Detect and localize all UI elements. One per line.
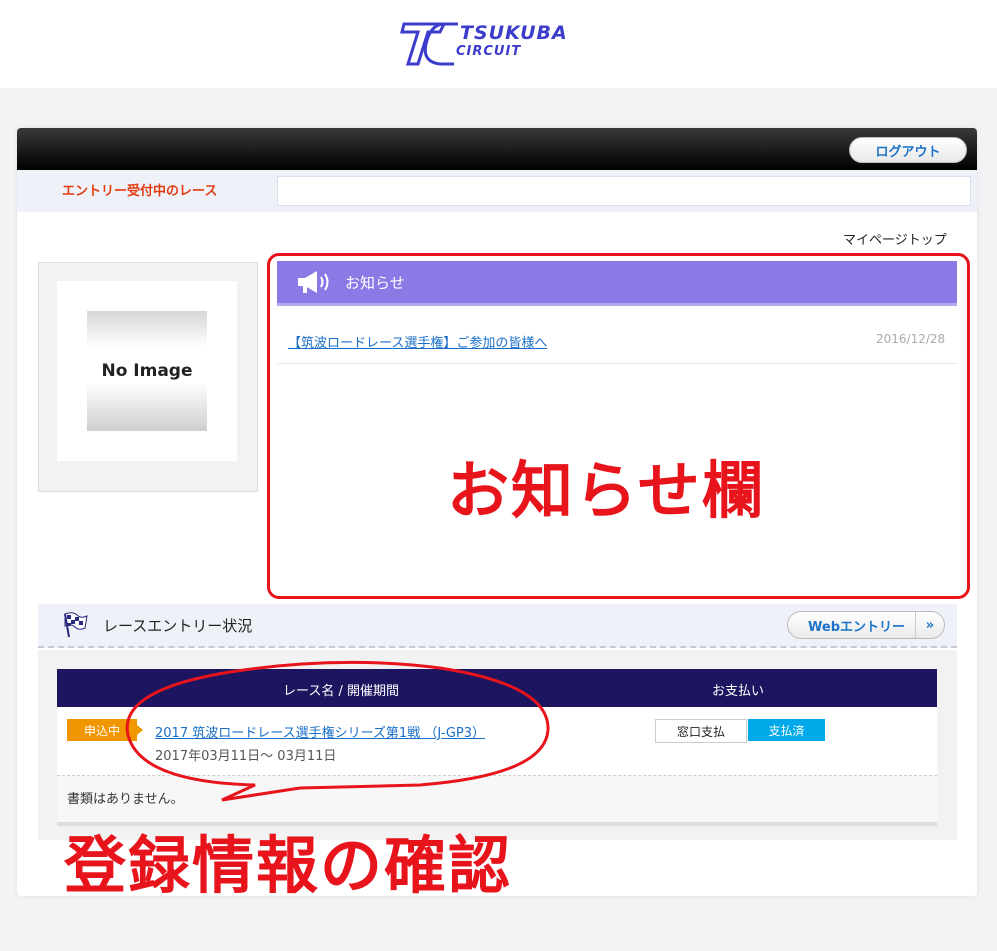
logo-text-line1: TSUKUBA (460, 22, 568, 44)
annotation-registration-label: 登録情報の確認 (64, 829, 513, 902)
entry-open-races-label: エントリー受付中のレース (62, 184, 218, 199)
race-entry-status-title: レースエントリー状況 (103, 617, 253, 635)
logo-text-line2: CIRCUIT (456, 44, 522, 59)
annotation-notice-box (267, 253, 970, 599)
checkered-flag-icon (64, 612, 88, 638)
web-entry-label[interactable]: Webエントリー (808, 616, 905, 635)
logout-button[interactable]: ログアウト (849, 137, 967, 163)
table-header (57, 669, 937, 707)
top-bar (17, 128, 977, 170)
mypage-top-link[interactable]: マイページトップ (843, 229, 947, 248)
table-row (57, 707, 937, 776)
payment-method: 窓口支払 (655, 719, 747, 743)
entry-open-races-box[interactable] (277, 176, 971, 206)
annotation-notice-label: お知らせ欄 (447, 454, 766, 527)
column-header-race: レース名 / 開催期間 (283, 684, 399, 699)
payment-status-badge: 支払済 (748, 719, 825, 741)
no-image-label: No Image (101, 361, 193, 381)
race-dates: 2017年03月11日～ 03月11日 (155, 749, 337, 764)
double-chevron-icon[interactable]: » (915, 612, 944, 638)
race-name-link[interactable]: 2017 筑波ロードレース選手権シリーズ第1戦 （J-GP3） (155, 722, 485, 741)
documents-message: 書類はありません。 (67, 792, 184, 807)
badge-arrow-icon (137, 725, 143, 735)
tsukuba-circuit-logo[interactable]: TSUKUBA CIRCUIT (400, 14, 600, 70)
column-header-payment: お支払い (712, 684, 765, 699)
tc-logo-icon (400, 22, 458, 66)
status-badge: 申込中 (67, 719, 137, 741)
no-image-placeholder: No Image (87, 311, 207, 431)
